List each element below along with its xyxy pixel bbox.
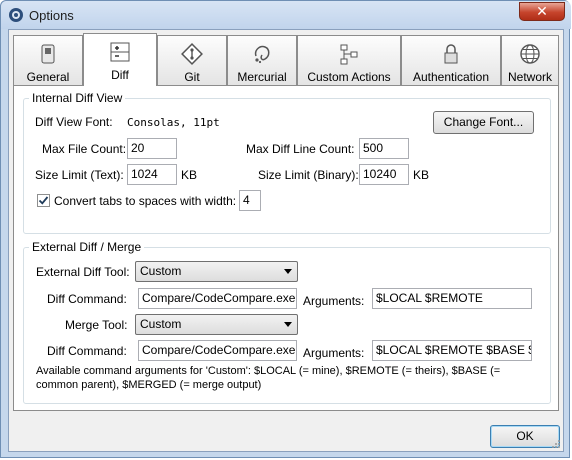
- size-limit-binary-label: Size Limit (Binary):: [258, 168, 359, 182]
- lock-icon: [444, 44, 458, 64]
- options-window: Options ✕ General Diff Git Mercurial Cus…: [0, 0, 571, 458]
- size-limit-binary-unit: KB: [413, 168, 430, 182]
- max-file-count-input[interactable]: 20: [127, 138, 177, 159]
- git-icon: [181, 43, 203, 65]
- tab-label: Git: [184, 70, 200, 84]
- tab-mercurial[interactable]: Mercurial: [227, 35, 297, 85]
- diff-arguments-input[interactable]: $LOCAL $REMOTE: [372, 288, 532, 309]
- max-diff-line-count-input[interactable]: 500: [359, 138, 409, 159]
- help-line: Available command arguments for 'Custom'…: [36, 365, 501, 377]
- tab-diff[interactable]: Diff: [83, 33, 157, 86]
- app-icon: [9, 8, 23, 22]
- tab-label: Authentication: [412, 70, 490, 84]
- arguments-help-text: Available command arguments for 'Custom'…: [36, 364, 500, 392]
- merge-arguments-label: Arguments:: [303, 346, 365, 360]
- internal-diff-legend: Internal Diff View: [32, 91, 123, 105]
- diff-command-input[interactable]: Compare/CodeCompare.exe: [138, 288, 297, 309]
- close-icon: ✕: [536, 3, 548, 19]
- tab-general[interactable]: General: [13, 35, 83, 85]
- merge-tool-dropdown[interactable]: Custom: [135, 314, 298, 335]
- tab-width-input[interactable]: 4: [239, 190, 261, 211]
- external-diff-legend: External Diff / Merge: [32, 240, 142, 254]
- tab-authentication[interactable]: Authentication: [401, 35, 501, 85]
- tab-label: Network: [507, 70, 552, 84]
- size-limit-text-input[interactable]: 1024: [127, 164, 177, 185]
- external-diff-tool-label: External Diff Tool:: [36, 265, 130, 279]
- help-line: common parent), $MERGED (= merge output): [36, 379, 262, 391]
- merge-command-input[interactable]: Compare/CodeCompare.exe: [138, 340, 297, 361]
- size-limit-binary-input[interactable]: 10240: [359, 164, 409, 185]
- mercurial-icon: [254, 45, 270, 64]
- resize-grip-icon[interactable]: [551, 439, 561, 449]
- chevron-down-icon: [284, 269, 292, 274]
- switch-icon: [41, 44, 55, 64]
- diff-command-label: Diff Command:: [47, 292, 127, 306]
- globe-icon: [520, 44, 540, 64]
- max-diff-line-count-label: Max Diff Line Count:: [246, 142, 355, 156]
- tab-custom-actions[interactable]: Custom Actions: [297, 35, 401, 85]
- tab-label: Mercurial: [237, 70, 287, 84]
- tab-label: Custom Actions: [307, 70, 391, 84]
- diff-arguments-label: Arguments:: [303, 294, 365, 308]
- chevron-down-icon: [284, 322, 292, 327]
- close-button[interactable]: ✕: [519, 2, 565, 21]
- size-limit-text-label: Size Limit (Text):: [35, 168, 124, 182]
- size-limit-text-unit: KB: [181, 168, 198, 182]
- merge-tool-value: Custom: [140, 317, 182, 331]
- max-file-count-label: Max File Count:: [42, 142, 127, 156]
- checkmark-icon: [38, 196, 49, 205]
- tab-network[interactable]: Network: [501, 35, 559, 85]
- change-font-button[interactable]: Change Font...: [433, 111, 534, 134]
- ok-button[interactable]: OK: [490, 425, 560, 448]
- tab-label: Diff: [111, 68, 129, 82]
- tab-git[interactable]: Git: [157, 35, 227, 85]
- convert-tabs-checkbox[interactable]: [37, 194, 50, 207]
- diff-view-font-value: Consolas, 11pt: [127, 116, 220, 129]
- title-bar[interactable]: Options ✕: [1, 1, 571, 29]
- external-diff-tool-dropdown[interactable]: Custom: [135, 261, 298, 282]
- custom-actions-icon: [340, 44, 358, 65]
- merge-tool-label: Merge Tool:: [65, 318, 128, 332]
- diff-view-font-label: Diff View Font:: [35, 115, 113, 129]
- diff-tab-panel: Internal Diff View Diff View Font: Conso…: [13, 85, 559, 411]
- convert-tabs-label: Convert tabs to spaces with width:: [54, 194, 237, 208]
- diff-icon: [110, 42, 130, 62]
- external-diff-tool-value: Custom: [140, 264, 182, 278]
- merge-arguments-input[interactable]: $LOCAL $REMOTE $BASE $M: [372, 340, 532, 361]
- tab-label: General: [26, 70, 70, 84]
- window-title: Options: [29, 8, 74, 23]
- dialog-body: General Diff Git Mercurial Custom Action…: [8, 29, 564, 452]
- merge-command-label: Diff Command:: [47, 344, 127, 358]
